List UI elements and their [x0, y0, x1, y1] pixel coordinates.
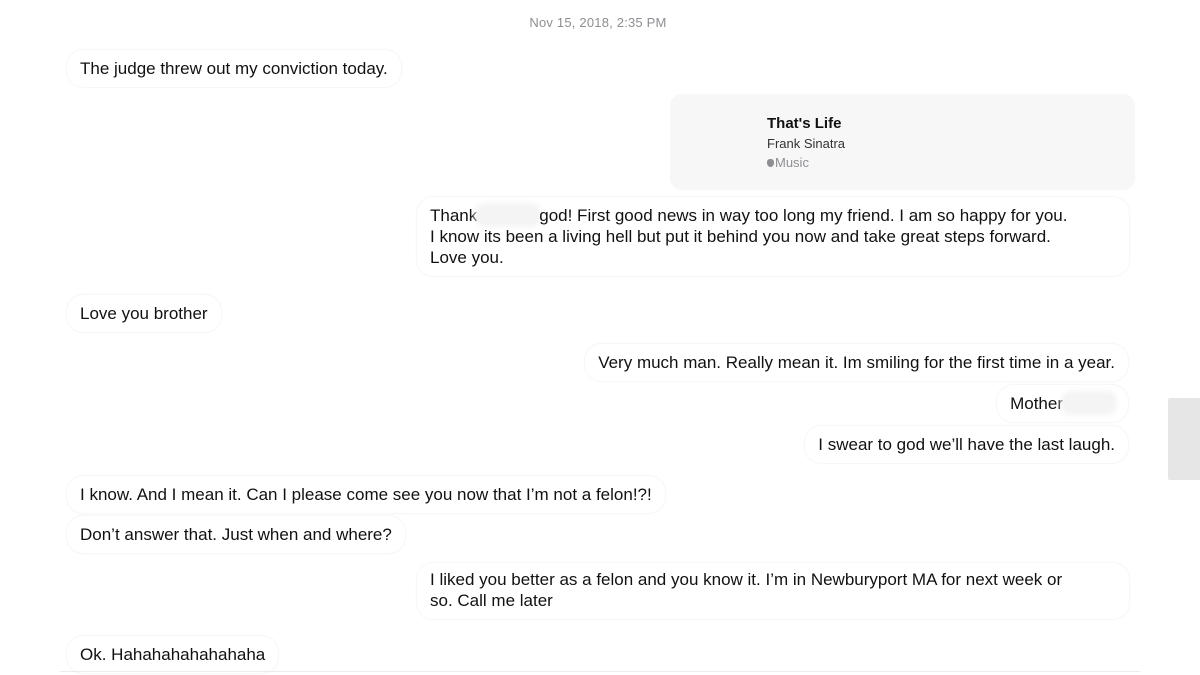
message-text: I know. And I mean it. Can I please come… — [80, 485, 652, 504]
message-bubble-outgoing[interactable]: Mother — [997, 385, 1128, 422]
message-timestamp: Nov 15, 2018, 2:35 PM — [529, 15, 667, 30]
song-artist: Frank Sinatra — [767, 136, 846, 151]
song-title: That's Life — [767, 115, 842, 132]
message-text: I swear to god we’ll have the last laugh… — [818, 435, 1115, 454]
message-text: Ok. Hahahahahahahaha — [80, 645, 266, 664]
message-bubble-incoming[interactable]: The judge threw out my conviction today. — [67, 50, 401, 87]
redaction-blur — [1065, 395, 1113, 411]
message-text: Thank — [430, 206, 478, 225]
message-line: Thank god! First good news in way too lon… — [430, 205, 1117, 226]
music-source-label: Music — [775, 155, 809, 170]
message-text: Very much man. Really mean it. Im smilin… — [598, 353, 1115, 372]
redaction-blur — [479, 207, 538, 223]
message-line: I know its been a living hell but put it… — [430, 227, 1051, 246]
message-bubble-outgoing[interactable]: I swear to god we’ll have the last laugh… — [805, 426, 1128, 463]
music-source: Music — [767, 155, 809, 170]
message-bubble-outgoing[interactable]: Very much man. Really mean it. Im smilin… — [585, 344, 1128, 381]
message-line: I liked you better as a felon and you kn… — [430, 570, 1063, 589]
adjacent-photo-edge — [1168, 398, 1200, 480]
message-line: so. Call me later — [430, 591, 553, 610]
message-bubble-outgoing[interactable]: I liked you better as a felon and you kn… — [417, 563, 1129, 619]
message-text: Mother — [1010, 394, 1063, 413]
message-bubble-incoming[interactable]: Don’t answer that. Just when and where? — [67, 516, 405, 553]
message-bubble-outgoing[interactable]: Thank god! First good news in way too lon… — [417, 197, 1129, 276]
message-text: Don’t answer that. Just when and where? — [80, 525, 392, 544]
message-bubble-incoming[interactable]: Ok. Hahahahahahahaha — [67, 636, 279, 673]
message-bubble-incoming[interactable]: Love you brother — [67, 295, 221, 332]
message-text: god! First good news in way too long my … — [539, 206, 1068, 225]
divider — [60, 671, 1140, 672]
message-text: Love you brother — [80, 304, 208, 323]
message-line: Love you. — [430, 248, 504, 267]
apple-logo-icon — [767, 159, 774, 167]
message-text: The judge threw out my conviction today. — [80, 59, 388, 78]
message-bubble-incoming[interactable]: I know. And I mean it. Can I please come… — [67, 476, 665, 513]
apple-music-link-card[interactable]: That's Life Frank Sinatra Music — [670, 94, 1135, 190]
